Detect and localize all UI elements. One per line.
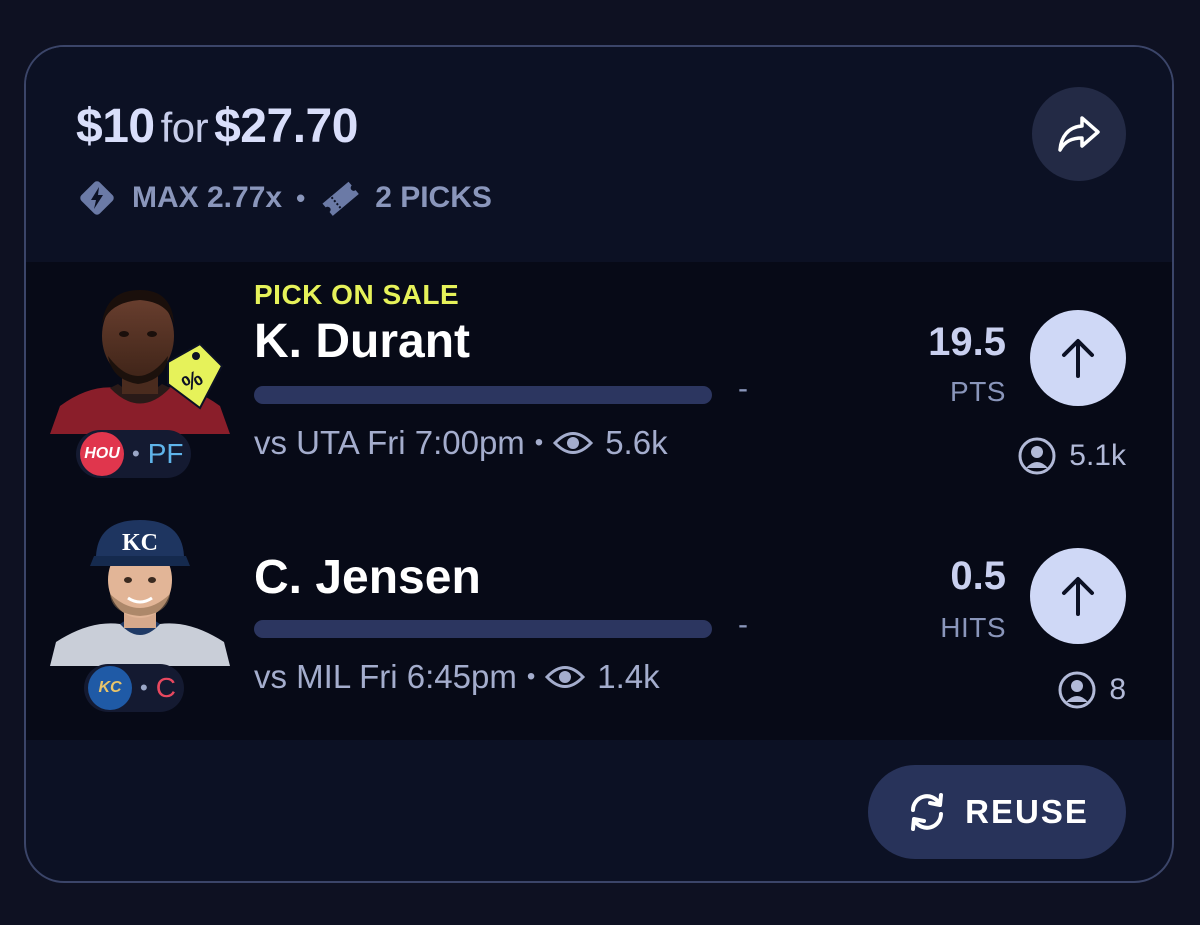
game-info: vs MIL Fri 6:45pm • 1.4k [254,658,660,696]
for-text: for [160,104,209,151]
projection-line: 0.5 [950,554,1006,598]
stat-type: HITS [940,612,1006,643]
entry-title: $10 for $27.70 [76,99,358,154]
over-button[interactable] [1030,310,1126,406]
entry-header: $10 for $27.70 MAX 2.77x • 2 PICKS [26,47,1172,262]
game-text: vs UTA Fri 7:00pm [254,424,525,461]
team-position-pill: KC • C [84,664,184,712]
separator-dot: • [140,675,148,700]
pick-count-value: 5.1k [1069,439,1126,472]
svg-text:KC: KC [122,530,158,556]
view-count: 1.4k [597,658,660,695]
picks-list: % HOU • PF PICK ON SALE K. Durant - vs U… [26,262,1172,740]
player-avatar: KC [50,516,230,666]
arrow-up-icon [1058,336,1098,380]
player-name: C. Jensen [254,551,481,604]
player-position: C [155,672,176,703]
team-abbr: KC [98,679,122,696]
eye-icon [553,430,594,456]
pick-count: 8 [1057,670,1126,710]
user-circle-icon [1017,436,1057,476]
share-arrow-icon [1054,112,1104,156]
team-abbr: HOU [84,445,120,462]
stat-type: PTS [950,376,1006,407]
team-logo: HOU [80,432,124,476]
reuse-label: REUSE [965,793,1089,830]
pick-count: 5.1k [1017,436,1126,476]
separator-dot: • [132,441,140,466]
eye-icon [545,664,586,690]
over-button[interactable] [1030,548,1126,644]
progress-value: - [738,608,748,641]
separator-dot: • [296,182,306,213]
share-button[interactable] [1032,87,1126,181]
pick-sale-label: PICK ON SALE [254,279,460,310]
multiplier-text: MAX 2.77x [132,181,283,214]
pick-row: % HOU • PF PICK ON SALE K. Durant - vs U… [26,262,1172,498]
picks-count-text: 2 PICKS [375,181,492,214]
entry-meta: MAX 2.77x • 2 PICKS [76,177,492,219]
pick-row: KC KC • C C. Jensen - vs MIL Fri 6:45pm … [26,498,1172,734]
team-logo: KC [88,666,132,710]
player-name: K. Durant [254,315,470,368]
separator-dot: • [534,429,544,456]
player-avatar: % [50,284,230,434]
projection-line: 19.5 [928,320,1006,364]
bolt-diamond-icon [76,177,118,219]
user-circle-icon [1057,670,1097,710]
ticket-icon [319,177,361,219]
game-info: vs UTA Fri 7:00pm • 5.6k [254,424,668,462]
view-count: 5.6k [605,424,668,461]
separator-dot: • [526,663,536,690]
progress-bar [254,386,712,404]
player-position: PF [147,438,184,469]
payout-amount: $27.70 [214,100,358,153]
stake-amount: $10 [76,100,155,153]
refresh-icon [905,790,949,834]
entry-card: $10 for $27.70 MAX 2.77x • 2 PICKS % HOU… [24,45,1174,883]
team-position-pill: HOU • PF [76,430,192,478]
reuse-button[interactable]: REUSE [868,765,1126,859]
pick-count-value: 8 [1109,673,1126,706]
progress-value: - [738,372,748,405]
game-text: vs MIL Fri 6:45pm [254,658,517,695]
progress-bar [254,620,712,638]
arrow-up-icon [1058,574,1098,618]
